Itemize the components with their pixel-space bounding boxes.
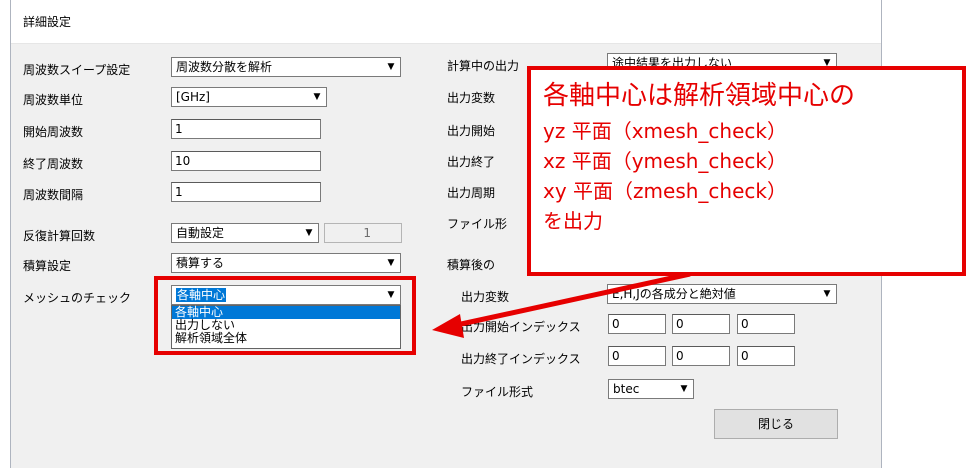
callout-line-3: xz 平面（ymesh_check）: [543, 149, 787, 173]
arrow-head: [432, 314, 464, 338]
callout-line-1: 各軸中心は解析領域中心の: [543, 81, 856, 111]
annotation-callout: 各軸中心は解析領域中心の yz 平面（xmesh_check） xz 平面（ym…: [527, 66, 966, 276]
callout-line-2: yz 平面（xmesh_check）: [543, 119, 787, 143]
callout-line-4: xy 平面（zmesh_check）: [543, 179, 787, 203]
callout-line-5: を出力: [543, 209, 603, 233]
arrow-line: [451, 271, 691, 329]
